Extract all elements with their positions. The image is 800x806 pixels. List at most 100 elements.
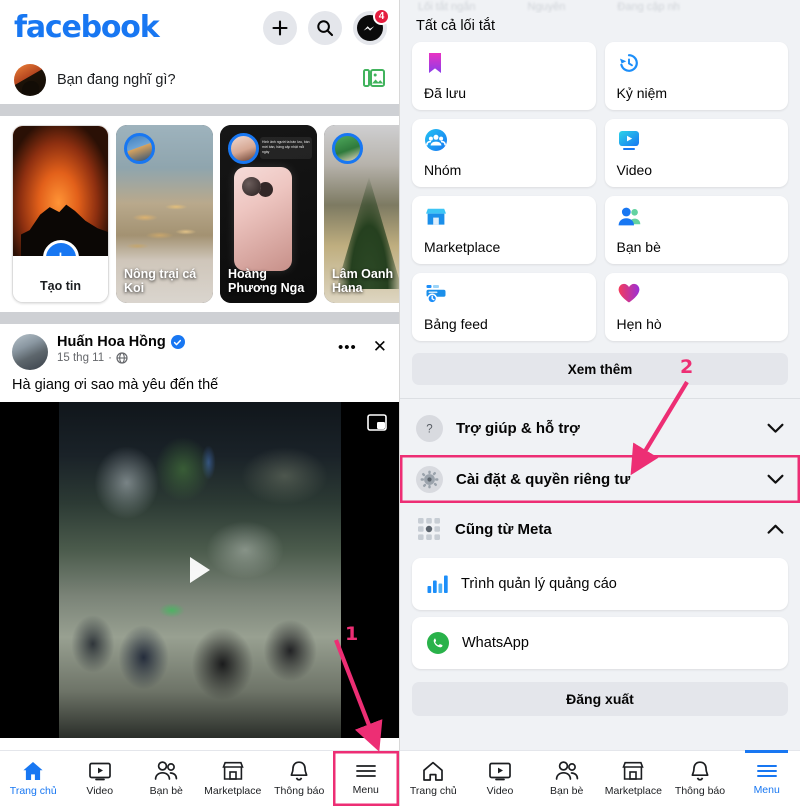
photo-button[interactable] — [363, 68, 385, 93]
facebook-topbar: facebook 4 — [0, 0, 399, 56]
accordion-settings-privacy[interactable]: Cài đặt & quyền riêng tư — [400, 455, 800, 503]
nav-item-home[interactable]: Trang chủ — [0, 751, 67, 806]
nav-label: Thông báo — [674, 785, 726, 798]
nav-label: Menu — [352, 784, 379, 797]
tile-label: Video — [616, 162, 653, 178]
section-divider — [0, 312, 399, 324]
nav-item-video[interactable]: Video — [67, 751, 134, 806]
story-caption-overlay: Hình ảnh người ta bán lưu, bán mới bán, h… — [260, 137, 312, 159]
tile-video[interactable]: Video — [604, 119, 788, 187]
post-author-avatar[interactable] — [12, 334, 48, 370]
marketplace-icon — [222, 762, 244, 781]
post-meta: Huấn Hoa Hồng 15 thg 11 · — [57, 334, 338, 364]
friends-icon — [555, 761, 578, 781]
user-avatar[interactable] — [14, 64, 46, 96]
tile-label: Hẹn hò — [616, 316, 662, 332]
search-button[interactable] — [308, 11, 342, 45]
nav-label: Trang chủ — [409, 785, 457, 798]
post-video[interactable] — [0, 402, 399, 738]
story-card[interactable]: Hình ảnh người ta bán lưu, bán mới bán, h… — [220, 125, 317, 303]
add-button[interactable] — [263, 11, 297, 45]
shortcut-tiles-grid[interactable]: Đã lưu Kỷ niệm Nhóm Video Marketplace Bạ… — [400, 42, 800, 341]
nav-item-marketplace[interactable]: Marketplace — [200, 751, 267, 806]
topbar-actions: 4 — [263, 8, 390, 45]
tile-label: Bạn bè — [616, 239, 661, 255]
nav-item-home[interactable]: Trang chủ — [400, 751, 467, 806]
post-close-button[interactable]: ✕ — [373, 337, 387, 357]
marketplace-icon — [426, 208, 446, 225]
status-composer[interactable]: Bạn đang nghĩ gì? — [0, 56, 399, 104]
picture-in-picture-button[interactable] — [367, 414, 387, 437]
nav-item-video[interactable]: Video — [467, 751, 534, 806]
chevron-down-icon[interactable] — [767, 423, 784, 434]
nav-item-notifications[interactable]: Thông báo — [667, 751, 734, 806]
left-bottom-navigation[interactable]: Trang chủ Video Bạn bè Marketplace Thông… — [0, 750, 399, 806]
story-card[interactable]: Lâm Oanh Hana — [324, 125, 399, 303]
nav-item-friends[interactable]: Bạn bè — [133, 751, 200, 806]
post-separator: · — [108, 352, 112, 364]
home-icon — [423, 762, 444, 782]
post-header: Huấn Hoa Hồng 15 thg 11 · ••• ✕ — [0, 324, 399, 370]
nav-item-menu[interactable]: Menu — [733, 750, 800, 806]
stories-carousel[interactable]: + Tạo tin Nông trại cá Koi Hình ảnh ngườ… — [0, 116, 399, 312]
list-divider — [400, 398, 800, 399]
video-icon — [88, 762, 111, 781]
app-ads-manager[interactable]: Trình quản lý quảng cáo — [412, 558, 788, 610]
app-whatsapp[interactable]: WhatsApp — [412, 617, 788, 669]
story-card[interactable]: Nông trại cá Koi — [116, 125, 213, 303]
friends-icon — [155, 761, 178, 781]
post-header-actions: ••• ✕ — [338, 334, 387, 357]
story-label: Nông trại cá Koi — [124, 266, 197, 296]
story-author-avatar — [332, 133, 363, 164]
nav-item-notifications[interactable]: Thông báo — [266, 751, 333, 806]
nav-item-friends[interactable]: Bạn bè — [533, 751, 600, 806]
section-divider — [0, 104, 399, 116]
nav-item-menu[interactable]: Menu — [333, 751, 400, 806]
accordion-label: Trợ giúp & hỗ trợ — [456, 419, 580, 437]
composer-placeholder[interactable]: Bạn đang nghĩ gì? — [57, 72, 352, 88]
post-more-button[interactable]: ••• — [338, 339, 357, 356]
tile-label: Nhóm — [424, 162, 462, 178]
chevron-down-icon[interactable] — [767, 474, 784, 485]
ghost-tab: Đang cập nh — [617, 1, 680, 13]
tile-label: Marketplace — [424, 239, 501, 255]
ghost-tabs-cropped: Lối tắt ngắn Nguyên Đang cập nh — [400, 0, 800, 13]
video-icon — [489, 762, 511, 781]
gear-icon — [416, 465, 443, 493]
verified-badge-icon — [170, 335, 185, 349]
see-more-button[interactable]: Xem thêm — [412, 353, 788, 385]
home-icon — [23, 762, 43, 781]
nav-label: Trang chủ — [9, 785, 57, 798]
story-card-create[interactable]: + Tạo tin — [12, 125, 109, 303]
feeds-icon — [426, 285, 446, 304]
post-subline: 15 thg 11 · — [57, 352, 338, 364]
accordion-also-from-meta[interactable]: Cũng từ Meta — [400, 507, 800, 551]
right-bottom-navigation[interactable]: Trang chủ Video Bạn bè Marketplace Thông… — [400, 750, 800, 806]
bell-icon — [691, 761, 709, 781]
globe-icon — [116, 352, 128, 364]
bookmark-icon — [429, 53, 441, 73]
active-tab-indicator — [745, 750, 789, 753]
plus-icon — [272, 20, 288, 36]
play-icon[interactable] — [189, 557, 210, 583]
accordion-help-support[interactable]: ? Trợ giúp & hỗ trợ — [400, 404, 800, 452]
tile-groups[interactable]: Nhóm — [412, 119, 596, 187]
svg-text:?: ? — [426, 423, 432, 435]
tile-feeds[interactable]: Bảng feed — [412, 273, 596, 341]
nav-item-marketplace[interactable]: Marketplace — [600, 751, 667, 806]
pip-icon — [367, 414, 387, 431]
tile-saved[interactable]: Đã lưu — [412, 42, 596, 110]
chevron-up-icon[interactable] — [767, 524, 784, 535]
story-thumbnail — [13, 126, 108, 258]
memories-clock-icon — [619, 54, 638, 72]
tile-friends[interactable]: Bạn bè — [604, 196, 788, 264]
messenger-button[interactable]: 4 — [353, 8, 390, 45]
tile-memories[interactable]: Kỷ niệm — [604, 42, 788, 110]
tile-dating[interactable]: Hẹn hò — [604, 273, 788, 341]
tile-marketplace[interactable]: Marketplace — [412, 196, 596, 264]
logout-button[interactable]: Đăng xuất — [412, 682, 788, 716]
post-author-name[interactable]: Huấn Hoa Hồng — [57, 334, 166, 350]
screenshot-root: facebook 4 Bạn đang nghĩ gì? Tạo tin Nôn… — [0, 0, 800, 806]
post-author-row: Huấn Hoa Hồng — [57, 334, 338, 350]
video-icon — [618, 131, 639, 150]
